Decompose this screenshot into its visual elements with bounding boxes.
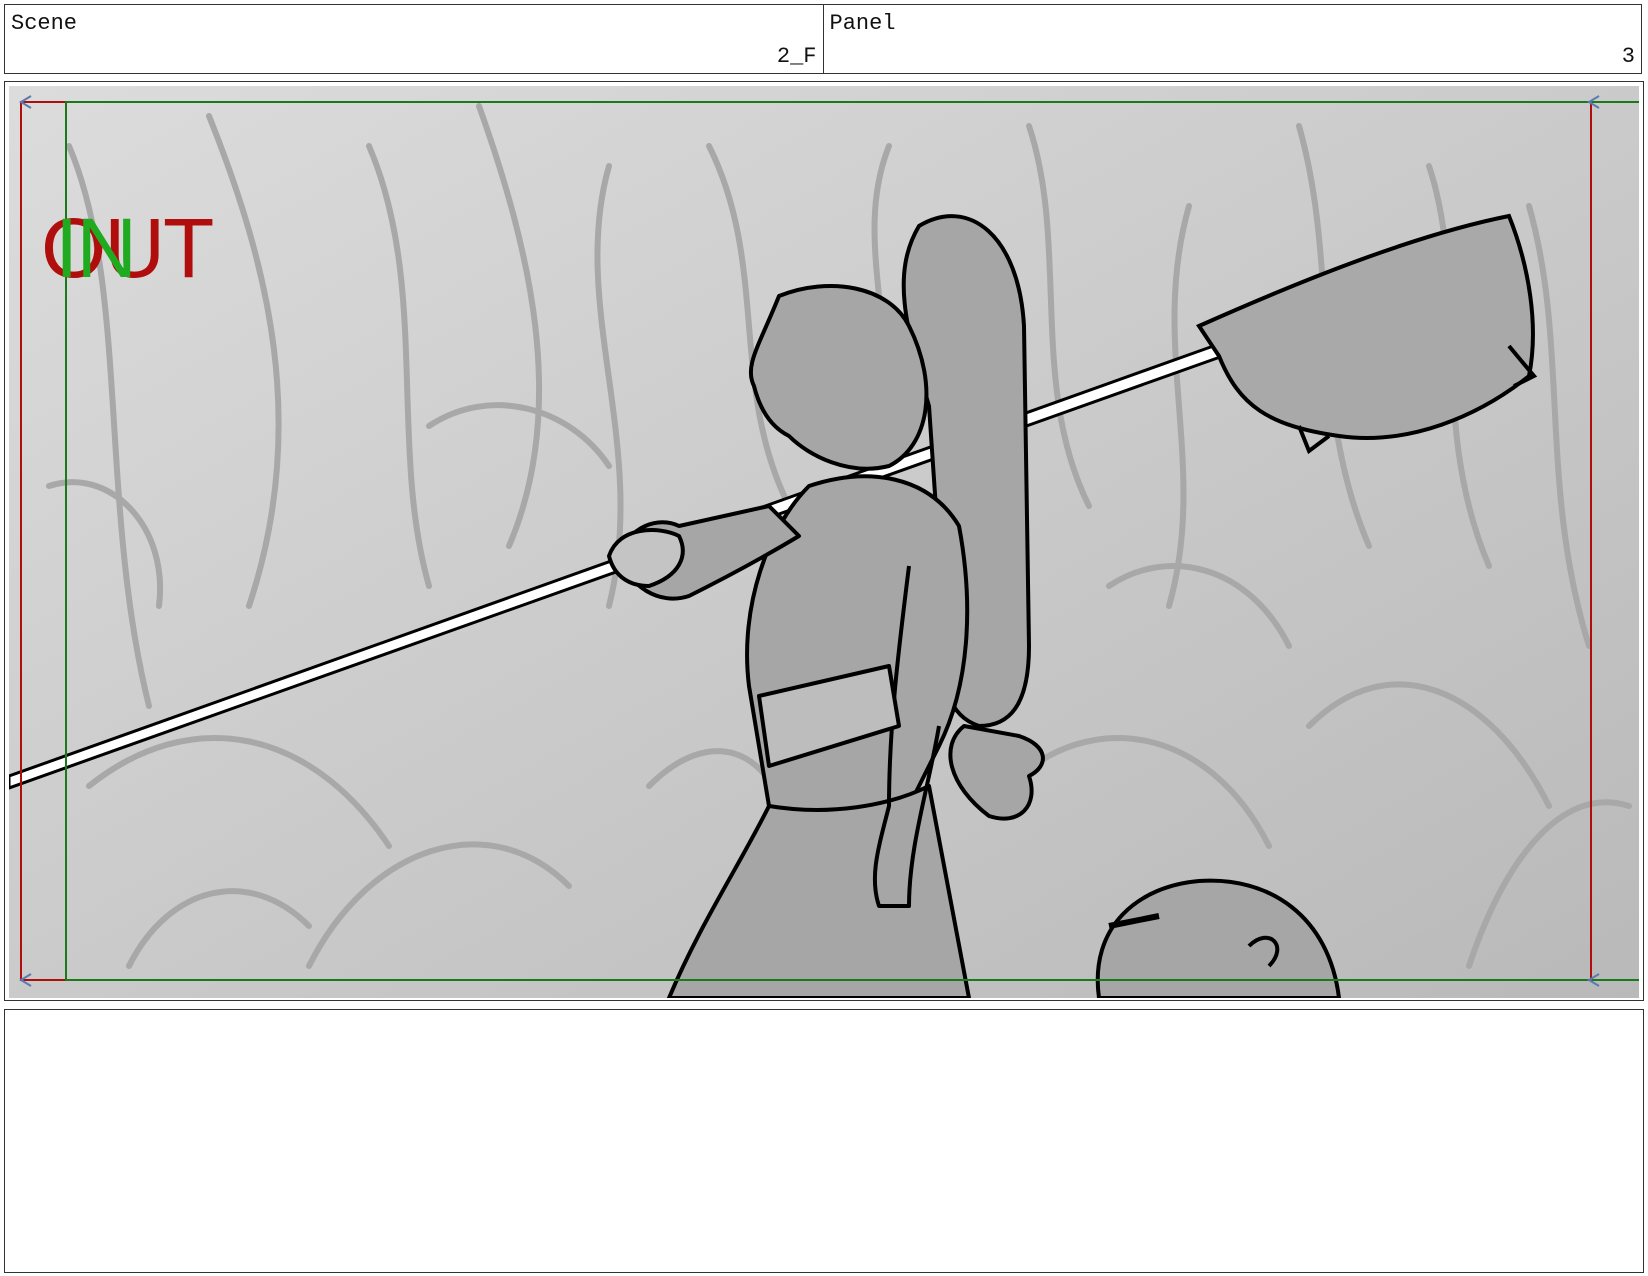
panel-notes-box[interactable] [4,1009,1644,1273]
scene-label: Scene [11,11,78,36]
scene-cell: Scene 2_F [5,5,823,73]
panel-header: Scene 2_F Panel 3 [4,4,1642,74]
storyboard-drawing [9,86,1639,998]
panel-cell: Panel 3 [822,5,1642,73]
storyboard-panel-frame: OUT IN [4,81,1644,1001]
panel-value: 3 [1621,44,1635,69]
panel-label: Panel [829,11,896,36]
scene-value: 2_F [776,44,817,69]
in-marker: IN [55,201,137,295]
